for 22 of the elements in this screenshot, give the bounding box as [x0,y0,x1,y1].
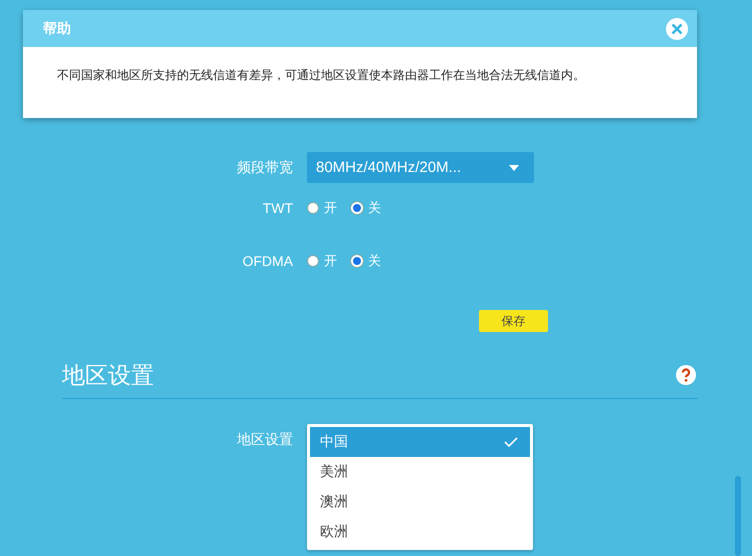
check-icon [504,437,518,447]
dialog-title: 帮助 [43,20,71,38]
bandwidth-select[interactable]: 80MHz/40MHz/20M... [307,152,534,183]
save-button[interactable]: 保存 [479,310,548,332]
radio-option[interactable]: 关 [351,252,381,270]
dropdown-option[interactable]: 美洲 [310,457,530,487]
close-icon[interactable] [666,18,688,40]
scrollbar[interactable] [735,476,741,556]
help-text: 不同国家和地区所支持的无线信道有差异，可通过地区设置使本路由器工作在当地合法无线信道内。 [57,67,586,84]
dropdown-option[interactable]: 欧洲 [310,517,530,547]
field-label: OFDMA [241,253,294,269]
radio-option[interactable]: 开 [307,252,337,270]
section-title: 地区设置 [62,361,154,390]
radio-option[interactable]: 开 [307,199,337,217]
field-label: TWT [262,200,294,216]
radio-option[interactable]: 关 [351,199,381,217]
field-label: 地区设置 [236,430,294,449]
field-label: 频段带宽 [236,158,294,176]
help-icon[interactable] [676,365,696,385]
dropdown-option[interactable]: 澳洲 [310,487,530,517]
caret-icon [509,164,519,170]
dropdown-option[interactable]: 中国 [310,427,530,457]
